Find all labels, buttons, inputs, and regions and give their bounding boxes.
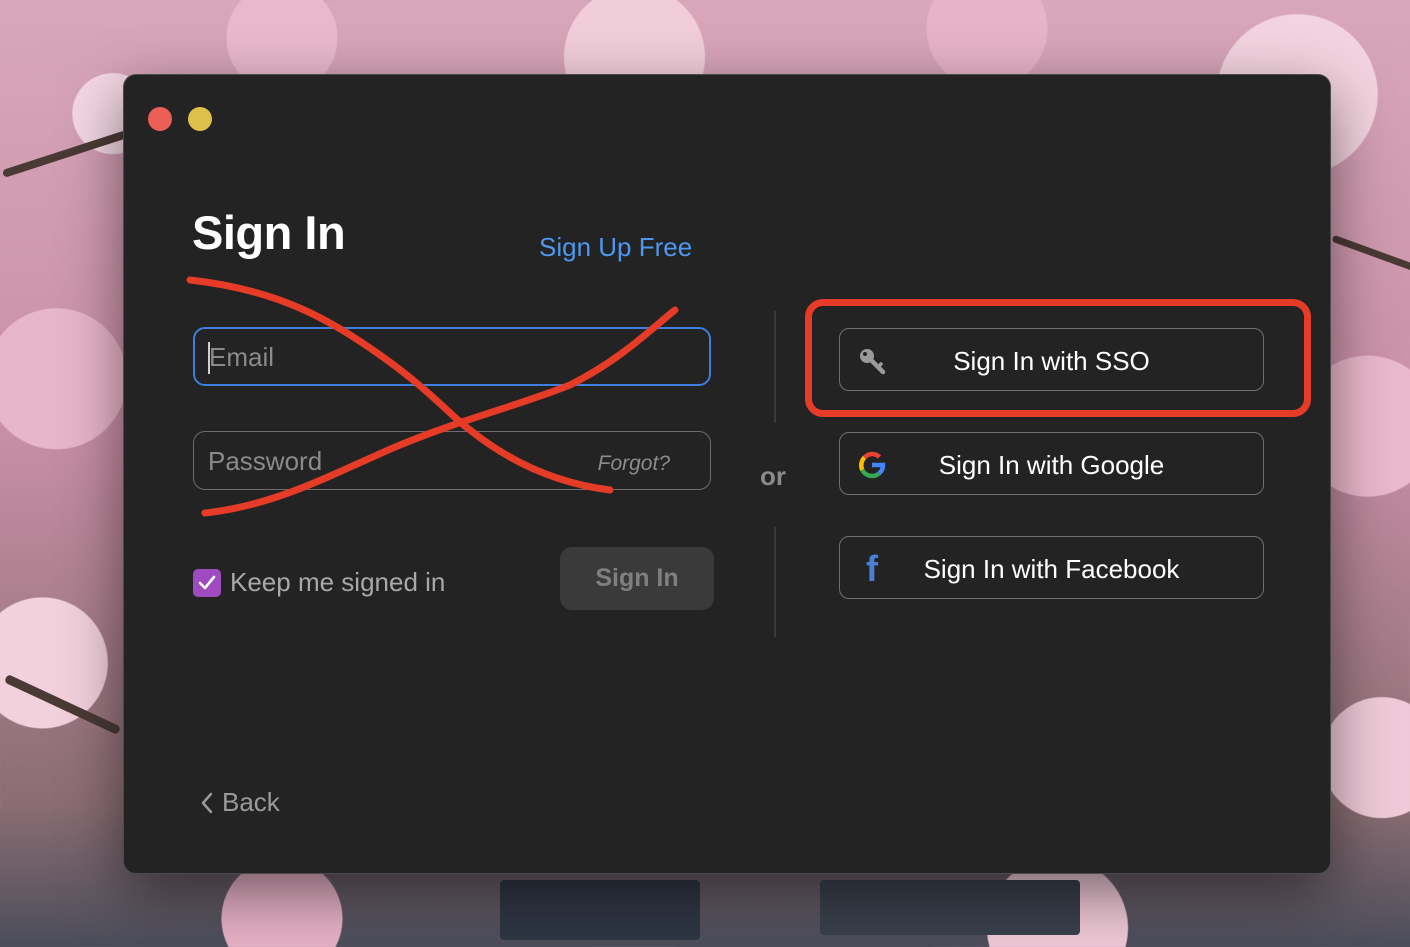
sign-in-facebook-button[interactable]: f Sign In with Facebook bbox=[839, 536, 1264, 599]
google-button-label: Sign In with Google bbox=[938, 450, 1165, 480]
keep-signed-in-checkbox[interactable] bbox=[193, 568, 221, 597]
sign-up-free-link[interactable]: Sign Up Free bbox=[539, 232, 692, 263]
background-branch bbox=[500, 880, 700, 940]
background-branch bbox=[820, 880, 1080, 935]
sign-in-window: Sign In Sign Up Free Forgot? Keep me sig… bbox=[124, 75, 1330, 873]
chevron-left-icon bbox=[201, 792, 213, 813]
email-field[interactable] bbox=[193, 327, 711, 386]
page-title: Sign In bbox=[192, 206, 346, 259]
background-branch bbox=[1331, 234, 1410, 273]
background-branch bbox=[3, 674, 122, 735]
checkmark-icon bbox=[198, 575, 216, 589]
minimize-window-button[interactable] bbox=[188, 107, 212, 131]
or-separator: or bbox=[760, 461, 786, 491]
back-label: Back bbox=[222, 787, 280, 817]
password-input[interactable] bbox=[206, 432, 570, 491]
keep-signed-in-label: Keep me signed in bbox=[230, 567, 446, 597]
password-field[interactable]: Forgot? bbox=[193, 431, 711, 491]
background-branch bbox=[1, 130, 129, 178]
keep-signed-in-row: Keep me signed in bbox=[193, 567, 445, 598]
sign-in-sso-button[interactable]: Sign In with SSO bbox=[839, 328, 1264, 391]
forgot-password-link[interactable]: Forgot? bbox=[598, 452, 670, 476]
back-button[interactable]: Back bbox=[200, 787, 280, 818]
facebook-button-label: Sign In with Facebook bbox=[923, 554, 1180, 584]
divider-line bbox=[774, 527, 776, 637]
close-window-button[interactable] bbox=[148, 107, 172, 131]
divider-line bbox=[774, 311, 776, 423]
sso-button-label: Sign In with SSO bbox=[953, 346, 1150, 376]
sign-in-google-button[interactable]: Sign In with Google bbox=[839, 432, 1264, 495]
sign-in-button[interactable]: Sign In bbox=[560, 547, 714, 610]
email-input[interactable] bbox=[207, 329, 571, 386]
